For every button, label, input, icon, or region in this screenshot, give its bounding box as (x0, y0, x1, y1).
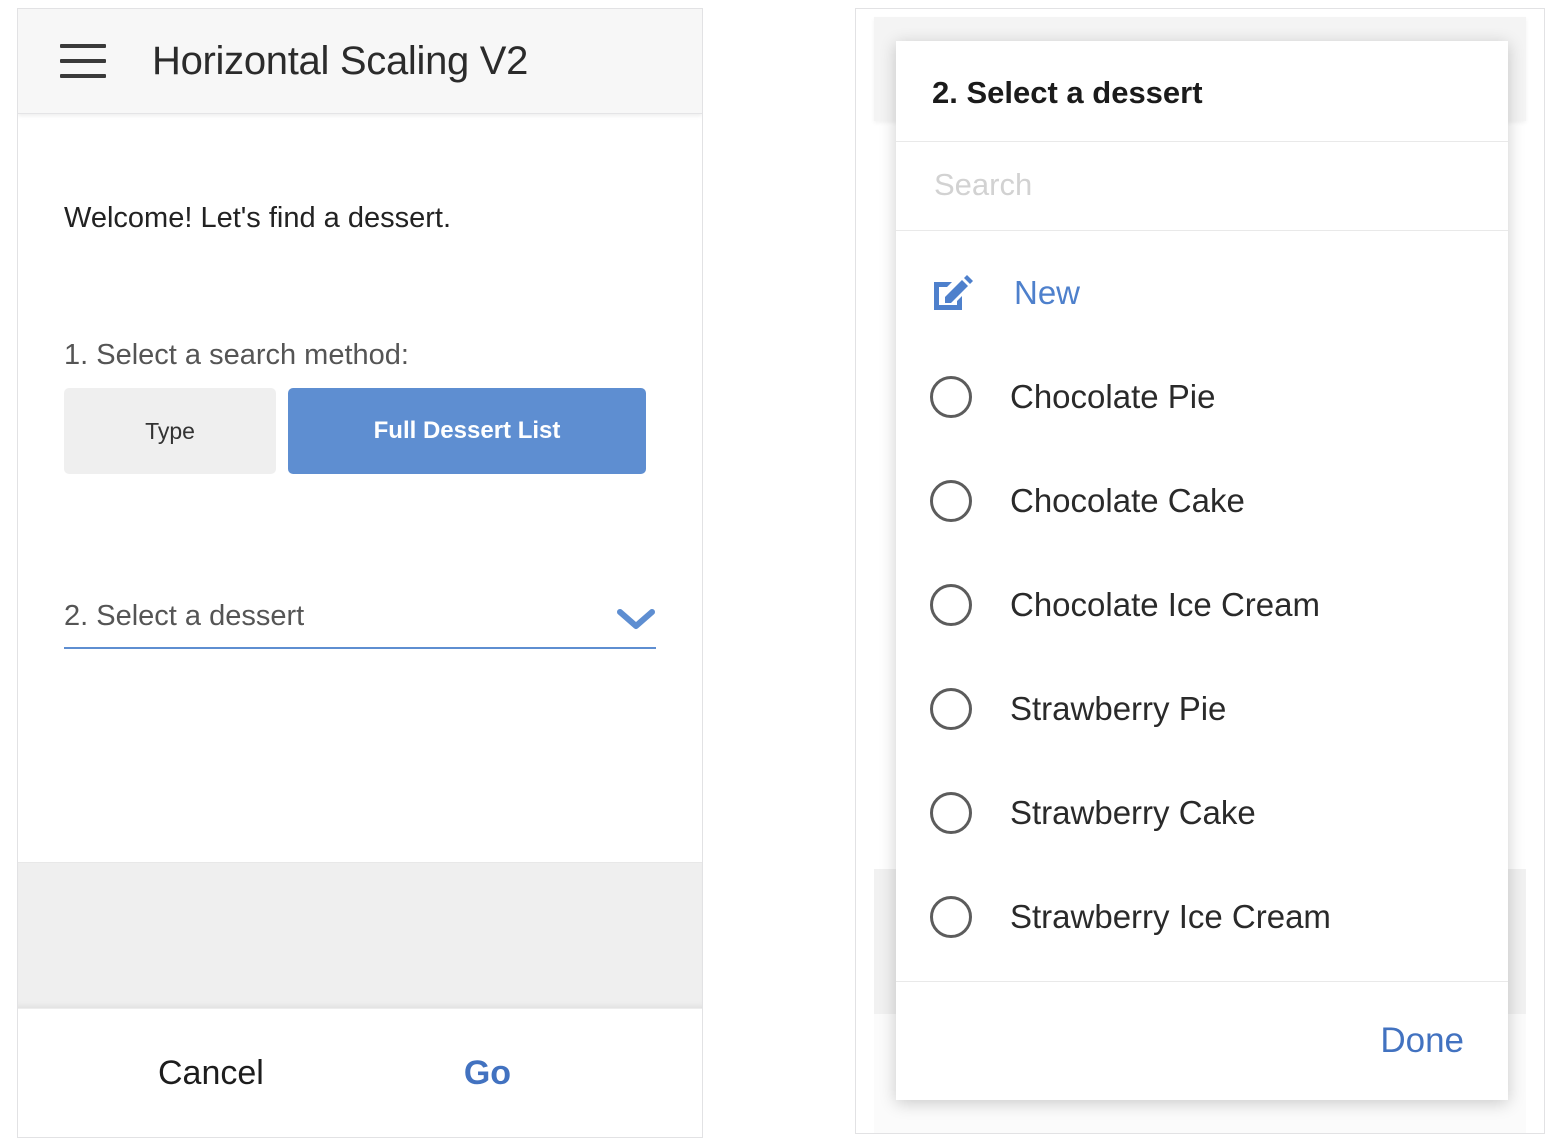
full-dessert-list-button[interactable]: Full Dessert List (288, 388, 646, 474)
hamburger-menu-icon[interactable] (60, 44, 106, 78)
option-label: Chocolate Ice Cream (1010, 586, 1320, 624)
radio-button[interactable] (930, 896, 972, 938)
app-window-left: Horizontal Scaling V2 Welcome! Let's fin… (17, 8, 703, 1138)
step-one-label: 1. Select a search method: (64, 339, 656, 372)
search-method-button-group: Type Full Dessert List (64, 388, 656, 474)
hamburger-bar (60, 59, 106, 63)
option-label: Strawberry Pie (1010, 690, 1226, 728)
search-input[interactable] (932, 166, 1476, 204)
app-window-right: Cancel Go 2. Select a dessert New (855, 8, 1545, 1134)
list-item[interactable]: Strawberry Cake (896, 761, 1508, 865)
type-button[interactable]: Type (64, 388, 276, 474)
list-item[interactable]: Strawberry Ice Cream (896, 865, 1508, 969)
radio-button[interactable] (930, 376, 972, 418)
hamburger-bar (60, 44, 106, 48)
radio-button[interactable] (930, 688, 972, 730)
app-footer: Cancel Go (18, 1008, 702, 1137)
option-label: Chocolate Pie (1010, 378, 1215, 416)
footer-spacer-band (18, 862, 702, 1008)
radio-button[interactable] (930, 792, 972, 834)
modal-footer: Done (896, 982, 1508, 1100)
dessert-select-label: 2. Select a dessert (64, 600, 304, 633)
radio-button[interactable] (930, 480, 972, 522)
screenshot-stage: Horizontal Scaling V2 Welcome! Let's fin… (0, 0, 1562, 1148)
option-label: Strawberry Ice Cream (1010, 898, 1331, 936)
dessert-picker-modal: 2. Select a dessert New Chocolate Pie (896, 41, 1508, 1100)
radio-button[interactable] (930, 584, 972, 626)
dessert-select-field[interactable]: 2. Select a dessert (64, 600, 656, 649)
modal-header: 2. Select a dessert (896, 41, 1508, 142)
new-dessert-label: New (1014, 274, 1080, 312)
app-body: Welcome! Let's find a dessert. 1. Select… (18, 114, 702, 862)
edit-square-icon[interactable] (930, 272, 976, 314)
option-label: Strawberry Cake (1010, 794, 1256, 832)
option-label: Chocolate Cake (1010, 482, 1245, 520)
page-title: Horizontal Scaling V2 (152, 39, 528, 84)
done-button[interactable]: Done (1380, 1021, 1464, 1061)
hamburger-bar (60, 74, 106, 78)
list-item[interactable]: Chocolate Ice Cream (896, 553, 1508, 657)
new-dessert-row[interactable]: New (896, 241, 1508, 345)
go-button[interactable]: Go (464, 1054, 511, 1093)
modal-title: 2. Select a dessert (932, 75, 1472, 111)
dessert-option-list: New Chocolate Pie Chocolate Cake Chocola… (896, 231, 1508, 982)
welcome-text: Welcome! Let's find a dessert. (64, 202, 656, 235)
list-item[interactable]: Chocolate Cake (896, 449, 1508, 553)
chevron-down-icon[interactable] (616, 607, 656, 631)
app-header: Horizontal Scaling V2 (18, 9, 702, 114)
modal-search-row (896, 142, 1508, 231)
list-item[interactable]: Chocolate Pie (896, 345, 1508, 449)
list-item[interactable]: Strawberry Pie (896, 657, 1508, 761)
cancel-button[interactable]: Cancel (158, 1054, 264, 1093)
